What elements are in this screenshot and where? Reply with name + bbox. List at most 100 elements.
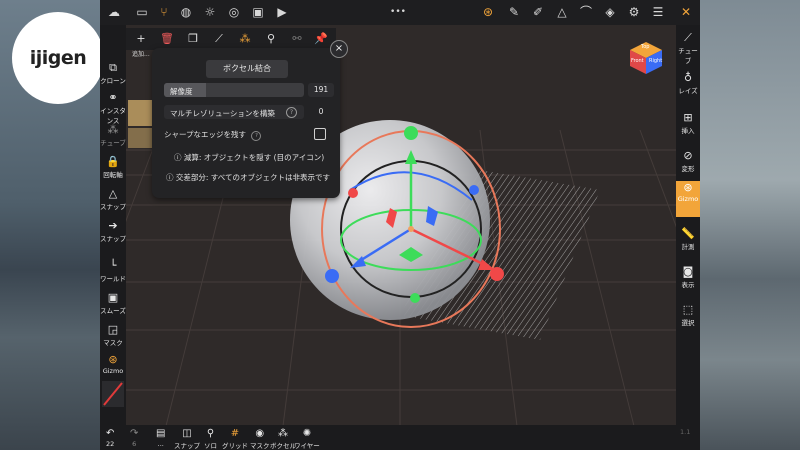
shapes-icon[interactable]: △ [554, 4, 570, 20]
material-icon[interactable]: ◎ [226, 4, 242, 20]
brush-preview[interactable] [102, 381, 124, 407]
trash-icon[interactable]: 🗑 [160, 32, 174, 46]
tool-select[interactable]: ⬚ 選択 [676, 303, 700, 327]
tool-gizmo-active[interactable]: ⊛ Gizmo [676, 181, 700, 217]
clone-icon: ⧉ [109, 61, 117, 74]
gizmo-scale-z[interactable] [325, 269, 339, 283]
gizmo-center[interactable] [408, 226, 414, 232]
add-icon[interactable]: + [134, 32, 148, 46]
more-dots-icon[interactable]: ••• [390, 4, 406, 20]
tool-raise[interactable]: ♁ レイズ [676, 71, 700, 95]
gear-icon[interactable]: ⚙ [626, 4, 642, 20]
tube-tool-icon: ⟋ [684, 31, 692, 44]
snap-button[interactable]: ◫ スナップ [174, 428, 200, 450]
scene-actions-bar: + 🗑 ❐ ⟋ ⁂ ⚲ ⚯ 📌 [126, 28, 336, 50]
tool-smooth[interactable]: ▣ スムーズ [100, 291, 126, 315]
world-icon: └ [109, 259, 117, 272]
cube-front-label: Front [631, 58, 644, 64]
cube-top-label: Top [641, 44, 650, 50]
resolution-slider[interactable]: 解像度 [164, 83, 304, 97]
grid-button[interactable]: # グリッド [222, 428, 248, 450]
multires-label: マルチレゾリューションを構築 [170, 109, 275, 118]
redo-button[interactable]: ↷ 6 [130, 428, 138, 448]
gizmo-rotate-handle-x[interactable] [348, 188, 358, 198]
measure-icon: 📏 [681, 227, 695, 240]
camera-orientation-icon[interactable]: ⊛ [480, 4, 496, 20]
tool-display[interactable]: ◙ 表示 [676, 265, 700, 289]
gizmo-rotate-handle-y[interactable] [410, 293, 420, 303]
scene-item-selected[interactable] [128, 100, 152, 126]
tool-tube-right[interactable]: ⟋ チューブ [676, 31, 700, 65]
tool-world[interactable]: └ ワールド [100, 259, 126, 283]
close-icon: × [334, 43, 344, 54]
tools-icon[interactable]: ✕ [678, 4, 694, 20]
gizmo-rotate-handle-z[interactable] [469, 185, 479, 195]
tool-clone[interactable]: ⧉ クローン [100, 61, 126, 85]
gizmo-scale-y[interactable] [404, 126, 418, 140]
scene-tree-icon[interactable]: ⑂ [156, 4, 172, 20]
lasso-icon[interactable]: ⌒ [578, 4, 594, 20]
group-icon[interactable]: ⁂ [238, 32, 252, 46]
menu-icon[interactable]: ☰ [650, 4, 666, 20]
sharp-edges-label: シャープなエッジを残す ? [164, 129, 262, 141]
select-icon: ⬚ [682, 303, 694, 316]
background-photo-right [700, 0, 800, 450]
unlink-icon[interactable]: ⚯ [290, 32, 304, 46]
image-icon[interactable]: ▣ [250, 4, 266, 20]
pin-icon[interactable]: 📌 [314, 32, 328, 46]
tool-measure[interactable]: 📏 計測 [676, 227, 700, 251]
instance-icon: ⚭ [108, 91, 118, 104]
view-cube[interactable]: Top Front Right [628, 40, 664, 76]
tool-tube[interactable]: ⁂ チューブ [100, 123, 126, 147]
voxel-button[interactable]: ⁂ ボクセル [270, 428, 296, 450]
sharp-edges-checkbox[interactable] [314, 128, 326, 140]
tool-snap-a[interactable]: △ スナップ [100, 187, 126, 211]
wireframe-button[interactable]: ✺ ワイヤー [294, 428, 320, 450]
resolution-value[interactable]: 191 [308, 83, 334, 97]
gizmo-tool-icon: ⊛ [683, 181, 693, 194]
layers-icon[interactable]: ◈ [602, 4, 618, 20]
cloud-icon[interactable]: ☁ [106, 4, 122, 20]
gizmo-scale-x[interactable] [490, 267, 504, 281]
tool-transform[interactable]: ⊘ 変形 [676, 149, 700, 173]
sun-icon[interactable]: ☼ [202, 4, 218, 20]
undo-button[interactable]: ↶ 22 [106, 428, 114, 448]
popup-close-button[interactable]: × [330, 40, 348, 58]
voxel-merge-button[interactable]: ボクセル結合 [206, 60, 288, 78]
folder-icon[interactable]: ▭ [134, 4, 150, 20]
stroke-preview-icon [103, 382, 123, 406]
triangle-icon: △ [108, 187, 118, 200]
eye-icon: ◉ [255, 428, 265, 439]
help-icon[interactable]: ? [251, 131, 262, 141]
duplicate-icon[interactable]: ❐ [186, 32, 200, 46]
mask-toggle-button[interactable]: ◉ マスク [250, 428, 270, 450]
link-icon[interactable]: ⚲ [264, 32, 278, 46]
tool-pivot[interactable]: 🔒 回転軸 [100, 155, 126, 179]
help-icon[interactable]: ? [286, 107, 297, 118]
insert-icon: ⊞ [683, 111, 693, 124]
corner-readout: 1.1 [680, 428, 691, 436]
scene-item[interactable] [128, 128, 152, 148]
tool-snap-b[interactable]: ➔ スナップ [100, 219, 126, 243]
pen-icon[interactable]: ✐ [530, 4, 546, 20]
right-toolbar: ⟋ チューブ ♁ レイズ ⊞ 挿入 ⊘ 変形 ⊛ Gizmo 📏 計測 ◙ 表示 ⬚ 選択 [676, 25, 700, 425]
info-subtract: ⓘ 減算: オブジェクトを隠す (目のアイコン) [174, 153, 325, 162]
tool-gizmo[interactable]: ⊛ Gizmo [100, 353, 126, 375]
info-icon: ⓘ [166, 173, 176, 182]
tool-mask[interactable]: ◲ マスク [100, 323, 126, 347]
stack-icon: ▤ [156, 428, 166, 439]
wireframe-icon: ✺ [302, 428, 312, 439]
mask-icon: ◲ [107, 323, 119, 336]
multires-field[interactable]: マルチレゾリューションを構築 ? [164, 105, 304, 119]
search-icon: ⚲ [206, 428, 215, 439]
brush-icon[interactable]: ✎ [506, 4, 522, 20]
multires-value[interactable]: 0 [308, 105, 334, 119]
stack-button[interactable]: ▤... [156, 428, 165, 448]
globe-icon[interactable]: ◍ [178, 4, 194, 20]
symmetry-icon[interactable]: ⟋ [212, 32, 226, 46]
tool-instance[interactable]: ⚭ インスタンス [100, 91, 126, 125]
video-icon[interactable]: ▶ [274, 4, 290, 20]
tool-insert[interactable]: ⊞ 挿入 [676, 111, 700, 135]
gizmo-icon: ⊛ [108, 353, 118, 366]
solo-button[interactable]: ⚲ ソロ [204, 428, 217, 450]
